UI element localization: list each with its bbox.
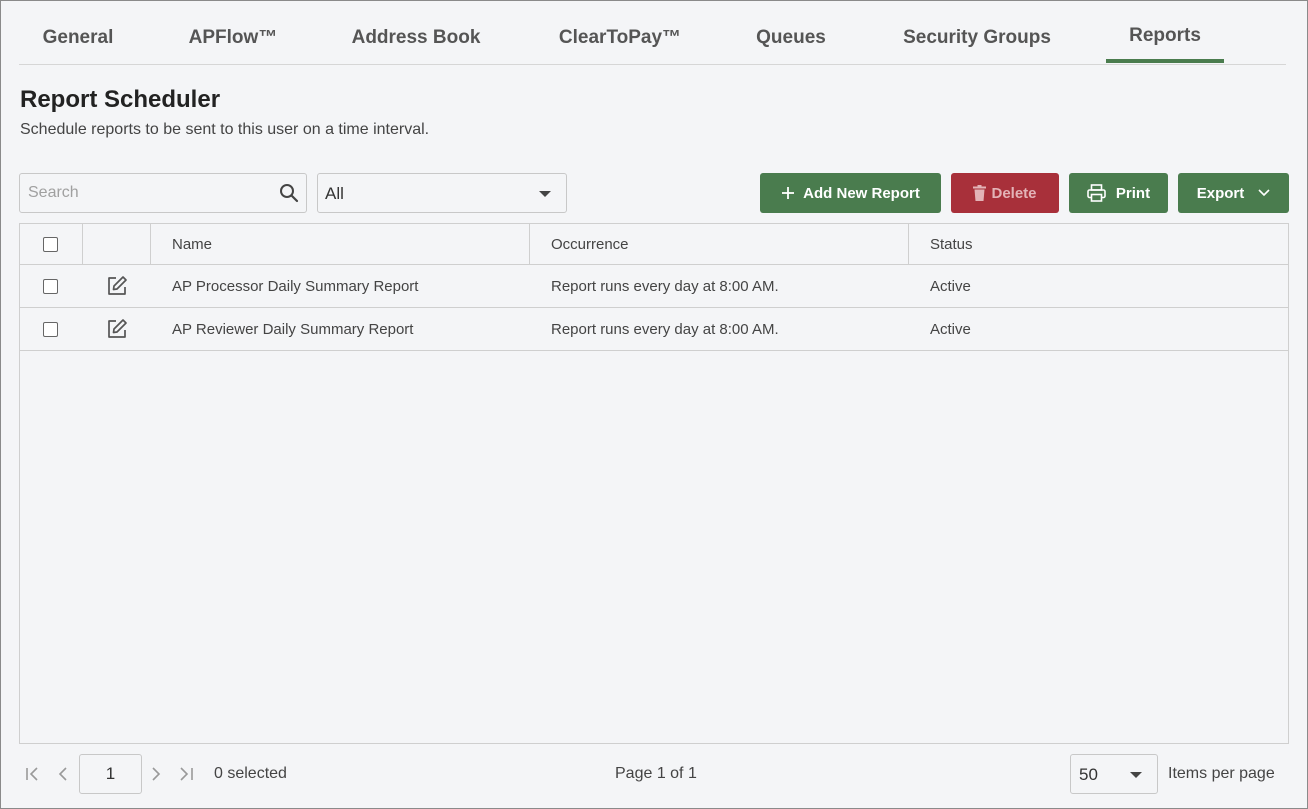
page-number-input[interactable] <box>79 754 142 794</box>
tab-cleartopay[interactable]: ClearToPay™ <box>555 27 685 65</box>
column-divider <box>150 224 151 265</box>
add-new-report-button[interactable]: Add New Report <box>760 173 941 213</box>
tab-apflow[interactable]: APFlow™ <box>185 27 281 65</box>
first-page-icon[interactable] <box>24 765 42 783</box>
add-new-report-label: Add New Report <box>803 184 920 202</box>
row-checkbox[interactable] <box>43 278 58 294</box>
filter-select[interactable]: All <box>317 173 567 213</box>
tab-general[interactable]: General <box>39 27 117 65</box>
select-all-cell <box>43 224 58 264</box>
column-divider <box>82 224 83 265</box>
grid-header: Name Occurrence Status <box>20 224 1288 265</box>
reports-grid: Name Occurrence Status AP Processor Dail… <box>19 223 1289 744</box>
items-per-page-value: 50 <box>1079 765 1098 784</box>
search-icon[interactable] <box>279 183 299 203</box>
items-per-page-select[interactable]: 50 <box>1070 754 1158 794</box>
search-input[interactable] <box>20 174 270 212</box>
tab-security-groups[interactable]: Security Groups <box>897 27 1057 65</box>
app-frame: General APFlow™ Address Book ClearToPay™… <box>0 0 1308 809</box>
delete-label: Delete <box>991 184 1037 202</box>
edit-icon[interactable] <box>106 318 128 340</box>
tab-queues[interactable]: Queues <box>753 27 829 65</box>
caret-down-icon <box>1130 772 1142 778</box>
printer-icon <box>1087 184 1106 202</box>
caret-down-icon <box>539 191 551 197</box>
selected-count: 0 selected <box>214 765 287 782</box>
row-occurrence: Report runs every day at 8:00 AM. <box>551 320 779 338</box>
prev-page-icon[interactable] <box>54 765 72 783</box>
delete-button[interactable]: Delete <box>951 173 1059 213</box>
tab-reports[interactable]: Reports <box>1106 25 1224 63</box>
print-label: Print <box>1115 184 1151 202</box>
export-button[interactable]: Export <box>1178 173 1289 213</box>
search-box <box>19 173 307 213</box>
last-page-icon[interactable] <box>177 765 195 783</box>
tab-address-book[interactable]: Address Book <box>347 27 485 65</box>
edit-cell <box>106 265 128 307</box>
select-all-checkbox[interactable] <box>43 236 58 252</box>
chevron-down-icon <box>1258 189 1270 197</box>
row-name: AP Processor Daily Summary Report <box>172 277 419 295</box>
table-row[interactable]: AP Processor Daily Summary Report Report… <box>20 265 1288 308</box>
next-page-icon[interactable] <box>147 765 165 783</box>
column-divider <box>908 224 909 265</box>
print-button[interactable]: Print <box>1069 173 1168 213</box>
trash-icon <box>973 185 987 201</box>
table-row[interactable]: AP Reviewer Daily Summary Report Report … <box>20 308 1288 351</box>
row-name: AP Reviewer Daily Summary Report <box>172 320 414 338</box>
export-label: Export <box>1196 184 1245 202</box>
edit-cell <box>106 308 128 350</box>
column-divider <box>529 224 530 265</box>
edit-icon[interactable] <box>106 275 128 297</box>
filter-select-value: All <box>325 184 344 203</box>
plus-icon <box>782 187 795 199</box>
column-header-name[interactable]: Name <box>172 224 212 264</box>
column-header-status[interactable]: Status <box>930 224 973 264</box>
row-status: Active <box>930 320 971 338</box>
row-occurrence: Report runs every day at 8:00 AM. <box>551 277 779 295</box>
row-checkbox[interactable] <box>43 321 58 337</box>
page-title: Report Scheduler <box>20 86 221 113</box>
tab-bar: General APFlow™ Address Book ClearToPay™… <box>19 19 1286 65</box>
column-header-occurrence[interactable]: Occurrence <box>551 224 629 264</box>
page-info: Page 1 of 1 <box>615 765 697 782</box>
page-subtitle: Schedule reports to be sent to this user… <box>20 121 430 138</box>
row-status: Active <box>930 277 971 295</box>
items-per-page-label: Items per page <box>1168 765 1275 782</box>
